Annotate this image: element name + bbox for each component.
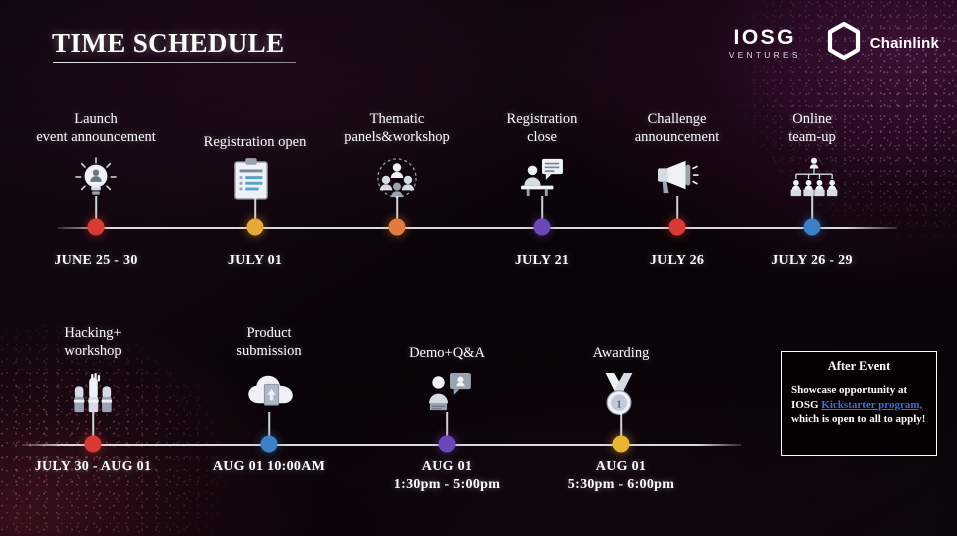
timeline-node-label: Online team-up [788,111,836,146]
chainlink-wordmark: Chainlink [869,35,939,52]
timeline-node-dot[interactable] [533,218,551,236]
timeline-node-date: JULY 26 - 29 [771,253,853,268]
timeline-node-dot[interactable] [260,435,278,453]
medal-icon: 1 [598,372,644,416]
timeline-node-dot[interactable] [612,435,630,453]
person-speech-icon [424,372,471,412]
timeline-node-label: Product submission [236,325,302,360]
timeline-node-date: JULY 01 [227,253,283,268]
timeline-node-date: JULY 21 [514,253,570,268]
timeline-axis-one [58,227,897,229]
timeline-node-label: Launch event announcement [36,111,156,146]
iosg-wordmark: IOSG [733,26,796,50]
timeline-node-label: Thematic panels&workshop [344,111,450,146]
iosg-ventures-logo: IOSG VENTURES [729,27,801,60]
kickstarter-program-link[interactable]: Kickstarter program, [821,399,922,411]
svg-text:1: 1 [616,399,621,410]
timeline-node-dot[interactable] [438,435,456,453]
logo-group: IOSG VENTURES Chainlink [729,21,939,65]
slide-canvas: TIME SCHEDULE IOSG VENTURES Chainlink La… [0,0,957,536]
after-event-title: After Event [827,359,891,373]
timeline-node-date: AUG 01 10:00AM [212,459,326,474]
megaphone-icon [654,157,700,197]
title-underline [53,62,296,63]
timeline-node-label: Awarding [592,345,650,361]
team-org-icon [789,157,838,197]
presenter-speech-icon [519,157,565,197]
clipboard-icon [232,157,278,200]
hands-raised-icon [70,372,116,413]
timeline-node-dot[interactable] [246,218,264,236]
iosg-ventures-subtitle: VENTURES [728,50,801,61]
page-title: TIME SCHEDULE [52,28,285,58]
timeline-axis-two [22,444,741,446]
timeline-node-date: AUG 01 1:30pm - 5:00pm [393,459,501,493]
timeline-node-date: JULY 26 [649,253,705,268]
timeline-node-date: JUNE 25 - 30 [54,253,138,268]
chainlink-hexagon-icon [827,21,861,65]
timeline-node-label: Challenge announcement [634,111,720,146]
timeline-node-dot[interactable] [87,218,105,236]
timeline-node-label: Hacking+ workshop [64,325,122,360]
after-event-text-after: which is open to all to apply! [791,413,926,426]
after-event-body: Showcase opportunity at IOSG Kickstarter… [791,383,927,427]
cloud-upload-icon [246,372,293,412]
group-panel-icon [374,157,420,198]
timeline-node-label: Registration close [506,111,578,146]
timeline-node-date: AUG 01 5:30pm - 6:00pm [567,459,675,493]
timeline-node-dot[interactable] [388,218,406,236]
timeline-node-dot[interactable] [803,218,821,236]
timeline-node-dot[interactable] [84,435,102,453]
particle-cloud-bottom-left [0,286,360,536]
timeline-node-date: JULY 30 - AUG 01 [34,459,152,474]
after-event-card: After Event Showcase opportunity at IOSG… [781,351,937,456]
lightbulb-person-icon [73,157,119,197]
timeline-node-label: Registration open [203,134,307,150]
chainlink-logo: Chainlink [827,21,939,65]
slide-header: TIME SCHEDULE IOSG VENTURES Chainlink [0,0,957,82]
timeline-node-label: Demo+Q&A [409,345,485,361]
timeline-node-dot[interactable] [668,218,686,236]
